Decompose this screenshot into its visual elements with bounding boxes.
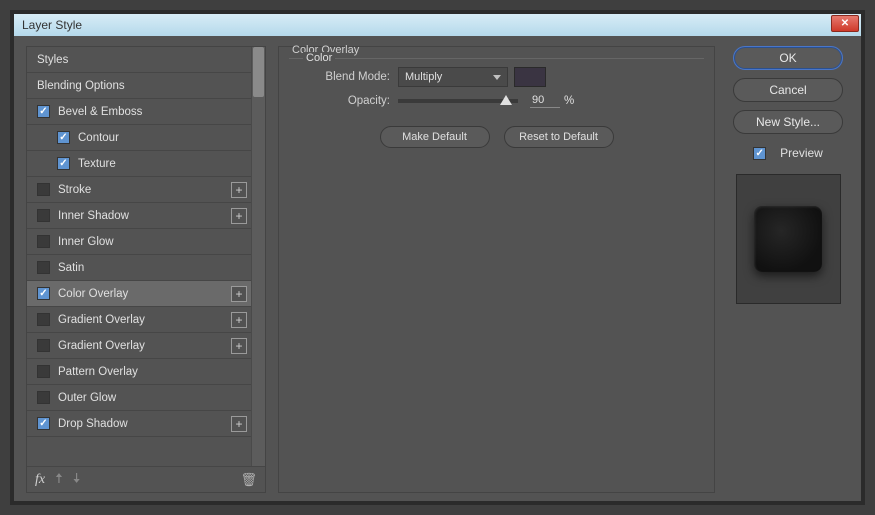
- blend-mode-value: Multiply: [405, 71, 442, 83]
- style-checkbox[interactable]: [37, 105, 50, 118]
- preview-label: Preview: [780, 146, 823, 160]
- move-up-icon[interactable]: 🠥: [55, 468, 63, 492]
- style-row-bevel-emboss[interactable]: Bevel & Emboss: [27, 99, 251, 125]
- trash-icon[interactable]: 🗑: [240, 472, 257, 488]
- add-effect-icon[interactable]: +: [231, 286, 247, 302]
- style-checkbox[interactable]: [57, 157, 70, 170]
- style-label: Gradient Overlay: [58, 314, 145, 326]
- style-label: Color Overlay: [58, 288, 128, 300]
- styles-panel: Styles Blending Options Bevel & Emboss Cont…: [26, 46, 266, 493]
- add-effect-icon[interactable]: +: [231, 416, 247, 432]
- group-title: Color: [303, 52, 335, 64]
- titlebar: Layer Style ✕: [14, 14, 861, 36]
- style-row-outer-glow[interactable]: Outer Glow: [27, 385, 251, 411]
- style-row-stroke[interactable]: Stroke +: [27, 177, 251, 203]
- close-icon: ✕: [841, 18, 849, 29]
- style-label: Texture: [78, 158, 116, 170]
- close-button[interactable]: ✕: [831, 15, 859, 32]
- style-checkbox[interactable]: [57, 131, 70, 144]
- style-label: Stroke: [58, 184, 91, 196]
- action-panel: OK Cancel New Style... Preview: [727, 46, 849, 493]
- styles-list: Styles Blending Options Bevel & Emboss Cont…: [27, 47, 265, 466]
- opacity-slider-thumb[interactable]: [500, 95, 512, 105]
- style-checkbox[interactable]: [37, 209, 50, 222]
- color-swatch[interactable]: [514, 67, 546, 87]
- style-row-texture[interactable]: Texture: [27, 151, 251, 177]
- style-label: Styles: [37, 54, 68, 66]
- style-row-inner-shadow[interactable]: Inner Shadow +: [27, 203, 251, 229]
- style-label: Bevel & Emboss: [58, 106, 142, 118]
- move-down-icon[interactable]: 🠧: [73, 468, 81, 492]
- style-label: Outer Glow: [58, 392, 116, 404]
- style-label: Inner Glow: [58, 236, 114, 248]
- style-checkbox[interactable]: [37, 339, 50, 352]
- style-label: Satin: [58, 262, 84, 274]
- styles-toolbar: fx 🠥 🠧 🗑: [27, 466, 265, 492]
- preview-render: [754, 206, 822, 272]
- style-row-drop-shadow[interactable]: Drop Shadow +: [27, 411, 251, 437]
- preview-thumbnail: [736, 174, 841, 304]
- scrollbar-track[interactable]: [251, 47, 265, 466]
- add-effect-icon[interactable]: +: [231, 312, 247, 328]
- style-label: Drop Shadow: [58, 418, 128, 430]
- style-label: Gradient Overlay: [58, 340, 145, 352]
- make-default-button[interactable]: Make Default: [380, 126, 490, 148]
- style-label: Inner Shadow: [58, 210, 129, 222]
- scrollbar-thumb[interactable]: [253, 47, 264, 97]
- style-checkbox[interactable]: [37, 313, 50, 326]
- ok-button[interactable]: OK: [733, 46, 843, 70]
- style-row-gradient-overlay[interactable]: Gradient Overlay +: [27, 333, 251, 359]
- style-checkbox[interactable]: [37, 235, 50, 248]
- add-effect-icon[interactable]: +: [231, 338, 247, 354]
- style-label: Contour: [78, 132, 119, 144]
- add-effect-icon[interactable]: +: [231, 208, 247, 224]
- style-label: Blending Options: [37, 80, 125, 92]
- style-row-satin[interactable]: Satin: [27, 255, 251, 281]
- style-checkbox[interactable]: [37, 391, 50, 404]
- style-row-blending-options[interactable]: Blending Options: [27, 73, 251, 99]
- settings-panel: Color Overlay Color Blend Mode: Multiply…: [278, 46, 715, 493]
- reset-default-button[interactable]: Reset to Default: [504, 126, 614, 148]
- style-checkbox[interactable]: [37, 365, 50, 378]
- cancel-button[interactable]: Cancel: [733, 78, 843, 102]
- style-row-pattern-overlay[interactable]: Pattern Overlay: [27, 359, 251, 385]
- style-checkbox[interactable]: [37, 261, 50, 274]
- style-row-color-overlay[interactable]: Color Overlay +: [27, 281, 251, 307]
- style-label: Pattern Overlay: [58, 366, 138, 378]
- opacity-slider[interactable]: [398, 99, 518, 103]
- layer-style-dialog: Layer Style ✕ Styles Blending Options Beve…: [14, 14, 861, 501]
- style-row-gradient-overlay[interactable]: Gradient Overlay +: [27, 307, 251, 333]
- new-style-button[interactable]: New Style...: [733, 110, 843, 134]
- window-title: Layer Style: [22, 18, 82, 32]
- style-row-inner-glow[interactable]: Inner Glow: [27, 229, 251, 255]
- opacity-input[interactable]: 90: [530, 93, 560, 108]
- add-effect-icon[interactable]: +: [231, 182, 247, 198]
- style-checkbox[interactable]: [37, 287, 50, 300]
- style-row-contour[interactable]: Contour: [27, 125, 251, 151]
- style-checkbox[interactable]: [37, 183, 50, 196]
- style-row-styles[interactable]: Styles: [27, 47, 251, 73]
- preview-checkbox[interactable]: [753, 147, 766, 160]
- blend-mode-dropdown[interactable]: Multiply: [398, 67, 508, 87]
- style-checkbox[interactable]: [37, 417, 50, 430]
- fx-icon[interactable]: fx: [35, 472, 45, 488]
- blend-mode-label: Blend Mode:: [305, 71, 390, 83]
- opacity-unit: %: [564, 95, 574, 107]
- opacity-label: Opacity:: [305, 95, 390, 107]
